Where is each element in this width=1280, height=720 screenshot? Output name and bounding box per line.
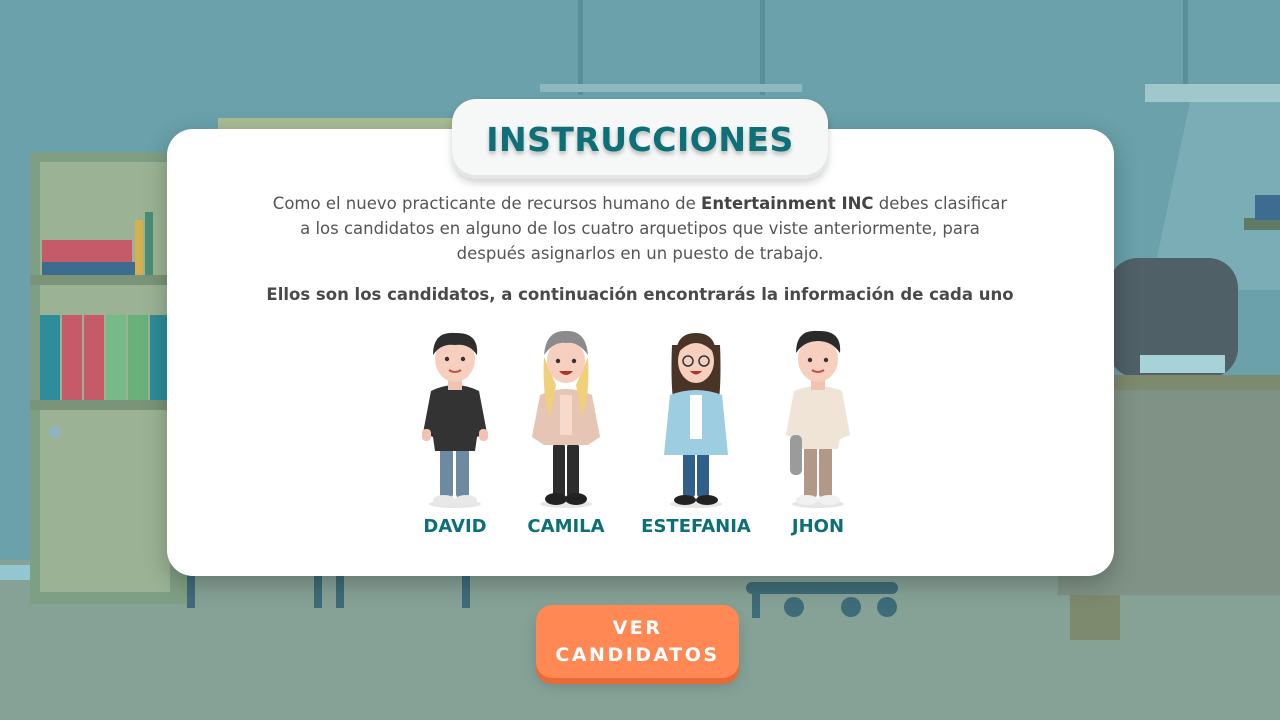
candidates-lead-text: Ellos son los candidatos, a continuación…	[266, 285, 1014, 304]
view-candidates-button[interactable]: VER CANDIDATOS	[536, 605, 739, 678]
instructions-text: Como el nuevo practicante de recursos hu…	[270, 191, 1010, 266]
jhon-avatar	[786, 330, 850, 508]
camila-avatar	[532, 330, 600, 508]
button-label-line2: CANDIDATOS	[555, 643, 720, 666]
candidate-camila[interactable]: CAMILA	[506, 325, 626, 550]
candidate-david[interactable]: DAVID	[395, 325, 515, 550]
david-avatar	[422, 332, 488, 508]
modal-title-badge: INSTRUCCIONES	[452, 99, 828, 179]
candidate-name: CAMILA	[527, 516, 605, 537]
candidate-jhon[interactable]: JHON	[758, 325, 878, 550]
candidate-name: ESTEFANIA	[641, 516, 751, 537]
intro-text-start: Como el nuevo practicante de recursos hu…	[272, 194, 702, 213]
estefania-avatar	[664, 333, 728, 508]
modal-title: INSTRUCCIONES	[486, 119, 794, 159]
candidate-name: DAVID	[423, 516, 487, 537]
company-name: Entertainment INC	[701, 194, 874, 213]
candidate-estefania[interactable]: ESTEFANIA	[636, 325, 756, 550]
button-label-line1: VER	[612, 616, 663, 639]
candidate-name: JHON	[791, 516, 845, 537]
